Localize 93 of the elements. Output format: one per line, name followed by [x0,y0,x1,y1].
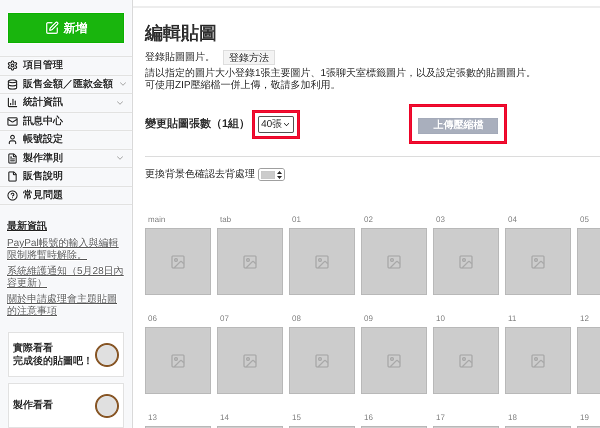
menu-label: 項目管理 [23,58,64,74]
description-text: 可使用ZIP壓縮檔一併上傳，敬請多加利用。 [145,80,342,92]
sidebar-item[interactable]: 常見問題 [0,186,132,205]
sticker-count-select[interactable]: 40張 [258,116,294,132]
empty-image-slot[interactable] [505,228,571,295]
menu-item-icon [7,116,18,127]
sticker-slot-label: main [147,214,166,224]
sticker-count-label: 變更貼圖張數（1組） [145,116,250,132]
image-placeholder-icon [314,352,330,368]
empty-image-slot[interactable] [217,228,283,295]
empty-image-slot[interactable] [505,327,571,394]
image-placeholder-icon [242,254,258,270]
promo-card[interactable]: 實際看看 完成後的貼圖吧！ [8,332,124,377]
promo-text: 製作看看 [13,399,53,412]
background-color-select[interactable] [258,168,285,181]
sticker-slot-label: 16 [363,412,374,422]
sidebar-item[interactable]: 販售金額／匯款金額 [0,76,132,94]
upload-zip-button: 上傳壓縮檔 [418,118,498,134]
sticker-slot-label: 09 [363,313,374,323]
menu-label: 帳號設定 [23,132,64,148]
page-title: 編輯貼圖 [145,22,218,44]
menu-item-icon [7,134,18,146]
empty-image-slot[interactable] [433,327,499,394]
color-swatch [261,170,275,178]
news-title: 最新資訊 [7,219,48,234]
sticker-slot-label: 12 [579,313,590,323]
sticker-slot-label: 13 [147,412,158,422]
menu-item-icon [7,152,18,164]
sticker-slot-label: 10 [435,313,446,323]
sticker-slot-label: 01 [291,214,302,224]
empty-image-slot[interactable] [289,327,355,394]
image-placeholder-icon [458,254,474,270]
menu-item-icon [7,171,18,182]
image-placeholder-icon [530,254,546,270]
menu-item-icon [7,78,18,90]
image-placeholder-icon [314,254,330,270]
promo-text: 完成後的貼圖吧！ [13,354,93,368]
sticker-slot-label: 19 [579,412,590,422]
empty-image-slot[interactable] [145,228,211,295]
sidebar-item[interactable]: 項目管理 [0,57,132,76]
news-link[interactable]: 系統維護通知（5月28日內容更新） [7,266,125,290]
image-placeholder-icon [386,352,402,368]
sticker-slot-label: 11 [507,313,518,323]
empty-image-slot[interactable] [145,327,211,394]
image-placeholder-icon [170,352,186,368]
sidebar-item[interactable]: 製作準則 [0,150,132,168]
sticker-slot-label: 04 [507,214,518,224]
sticker-slot-label: tab [219,214,232,224]
sticker-slot-label: 18 [507,412,518,422]
sticker-slot-label: 14 [219,412,230,422]
sticker-slot-label: 05 [579,214,590,224]
sidebar-item[interactable]: 統計資訊 [0,94,132,112]
menu-label: 常見問題 [23,188,64,203]
promo-text: 實際看看 [13,342,54,354]
image-placeholder-icon [458,352,474,368]
empty-image-slot[interactable] [361,228,427,295]
register-label: 登錄貼圖圖片。 [145,50,215,65]
sticker-slot-label: 15 [291,412,302,422]
image-placeholder-icon [242,352,258,368]
empty-image-slot[interactable] [361,327,427,394]
sticker-slot-label: 08 [291,313,302,323]
image-placeholder-icon [170,254,186,270]
sidebar-item[interactable]: 帳號設定 [0,131,132,150]
menu-label: 販售金額／匯款金額 [23,78,113,92]
promo-card[interactable]: 製作看看 [8,383,124,428]
sidebar-item[interactable]: 販售說明 [0,168,132,186]
menu-item-icon [7,190,18,201]
register-method-button[interactable]: 登錄方法 [223,50,275,65]
menu-label: 販售說明 [23,170,64,184]
menu-item-icon [7,97,18,108]
character-illustration [95,394,119,418]
image-placeholder-icon [386,254,402,270]
background-color-label: 更換背景色確認去背處理 [145,168,255,182]
image-placeholder-icon [530,352,546,368]
sticker-slot-label: 02 [363,214,374,224]
menu-item-icon [7,60,18,72]
description-text: 請以指定的圖片大小登錄1張主要圖片、1張聊天室標籤圖片，以及設定張數的貼圖圖片。 [145,68,538,80]
empty-image-slot[interactable] [217,327,283,394]
spinner-icon [277,170,282,178]
menu-label: 統計資訊 [23,96,64,110]
sticker-slot-label: 03 [435,214,446,224]
news-link[interactable]: 關於申請處理會主題貼圖的注意事項 [7,294,125,318]
news-link[interactable]: PayPal帳號的輸入與編輯限制將暫時解除。 [7,238,125,262]
sticker-slot-label: 07 [219,313,230,323]
edit-icon [44,21,58,35]
character-illustration [95,342,119,366]
sticker-slot-label: 17 [435,412,446,422]
sticker-slot-label: 06 [147,313,158,323]
empty-image-slot[interactable] [433,228,499,295]
menu-label: 製作準則 [23,152,64,166]
menu-label: 訊息中心 [23,114,64,129]
sidebar-item[interactable]: 訊息中心 [0,112,132,131]
empty-image-slot[interactable] [289,228,355,295]
